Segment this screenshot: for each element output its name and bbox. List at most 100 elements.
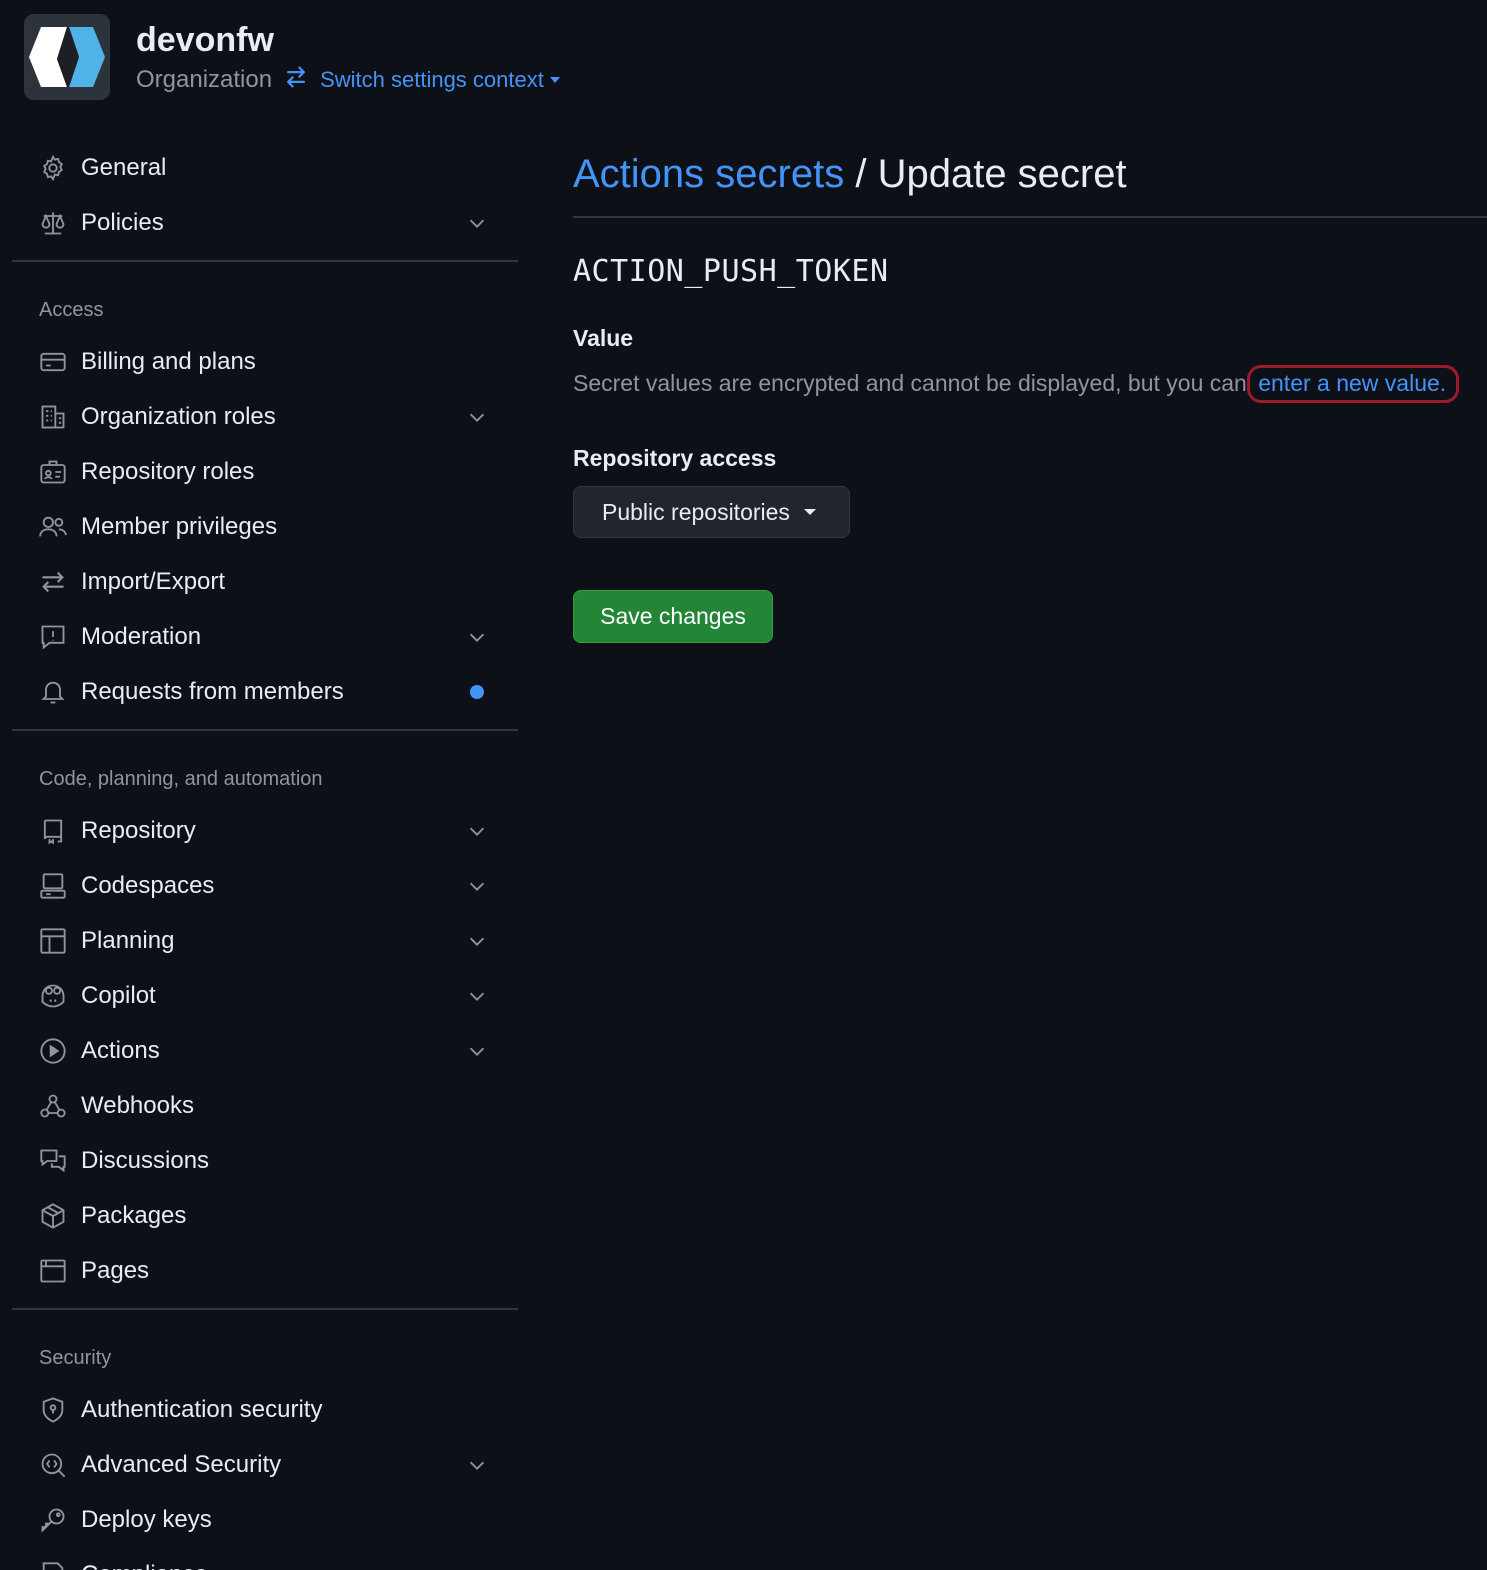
sidebar-item-webhooks[interactable]: Webhooks bbox=[12, 1078, 518, 1133]
sidebar-item-codespaces[interactable]: Codespaces bbox=[12, 858, 518, 913]
sidebar-item-label: Repository roles bbox=[81, 457, 255, 485]
organization-icon bbox=[39, 403, 67, 431]
chevron-down-icon[interactable] bbox=[466, 406, 488, 428]
main-content: Actions secrets / Update secret ACTION_P… bbox=[573, 150, 1487, 643]
arrow-switch-icon bbox=[39, 568, 67, 596]
sidebar-item-label: Billing and plans bbox=[81, 347, 256, 375]
org-avatar[interactable] bbox=[24, 14, 110, 100]
sidebar-item-compliance[interactable]: Compliance bbox=[12, 1547, 518, 1570]
repo-icon bbox=[39, 817, 67, 845]
sidebar-item-discussions[interactable]: Discussions bbox=[12, 1133, 518, 1188]
sidebar-item-authentication-security[interactable]: Authentication security bbox=[12, 1382, 518, 1437]
sidebar-section-access-heading: Access bbox=[39, 298, 104, 321]
sidebar-item-label: Packages bbox=[81, 1201, 187, 1229]
sidebar-item-requests-from-members[interactable]: Requests from members bbox=[12, 664, 518, 719]
sidebar-item-import-export[interactable]: Import/Export bbox=[12, 554, 518, 609]
chevron-down-icon[interactable] bbox=[466, 820, 488, 842]
sidebar-item-advanced-security[interactable]: Advanced Security bbox=[12, 1437, 518, 1492]
chevron-down-icon[interactable] bbox=[466, 1454, 488, 1476]
checklist-icon bbox=[39, 1561, 67, 1570]
sidebar-item-label: Requests from members bbox=[81, 677, 344, 705]
shield-lock-icon bbox=[39, 1396, 67, 1424]
sidebar-divider bbox=[12, 1308, 518, 1310]
sidebar-section-code-heading: Code, planning, and automation bbox=[39, 767, 323, 790]
sidebar-item-label: Moderation bbox=[81, 622, 202, 650]
report-icon bbox=[39, 623, 67, 651]
repository-access-dropdown[interactable]: Public repositories bbox=[573, 486, 850, 538]
sidebar-item-packages[interactable]: Packages bbox=[12, 1188, 518, 1243]
sidebar-item-label: Import/Export bbox=[81, 567, 226, 595]
notification-dot bbox=[470, 684, 484, 699]
org-type-label: Organization bbox=[136, 66, 273, 93]
sidebar-divider bbox=[12, 260, 518, 262]
sidebar-item-label: Codespaces bbox=[81, 871, 215, 899]
sidebar-item-label: Deploy keys bbox=[81, 1505, 212, 1533]
id-badge-icon bbox=[39, 458, 67, 486]
bell-icon bbox=[39, 678, 67, 706]
switch-settings-context-button[interactable]: Switch settings context bbox=[320, 67, 560, 93]
value-description: Secret values are encrypted and cannot b… bbox=[573, 365, 1487, 403]
page-title-text: Update secret bbox=[877, 152, 1127, 196]
comment-discussion-icon bbox=[39, 1147, 67, 1175]
sidebar-item-deploy-keys[interactable]: Deploy keys bbox=[12, 1492, 518, 1547]
page-title: Actions secrets / Update secret bbox=[573, 150, 1487, 218]
sidebar-item-policies[interactable]: Policies bbox=[12, 195, 518, 250]
sidebar-item-pages[interactable]: Pages bbox=[12, 1243, 518, 1298]
sidebar-item-actions[interactable]: Actions bbox=[12, 1023, 518, 1078]
credit-card-icon bbox=[39, 348, 67, 376]
sidebar-item-label: Authentication security bbox=[81, 1395, 323, 1423]
sidebar-item-label: Copilot bbox=[81, 981, 156, 1009]
secret-name: ACTION_PUSH_TOKEN bbox=[573, 254, 889, 289]
sidebar-item-planning[interactable]: Planning bbox=[12, 913, 518, 968]
codespaces-icon bbox=[39, 872, 67, 900]
save-changes-button[interactable]: Save changes bbox=[573, 590, 773, 643]
sidebar-item-general[interactable]: General bbox=[12, 140, 518, 195]
sidebar-item-repository-roles[interactable]: Repository roles bbox=[12, 444, 518, 499]
breadcrumb-separator: / bbox=[855, 152, 878, 196]
sidebar-item-label: Advanced Security bbox=[81, 1450, 282, 1478]
sidebar-divider bbox=[12, 729, 518, 731]
breadcrumb-actions-secrets-link[interactable]: Actions secrets bbox=[573, 152, 844, 196]
sidebar-item-label: Planning bbox=[81, 926, 175, 954]
play-icon bbox=[39, 1037, 67, 1065]
gear-icon bbox=[39, 154, 67, 182]
sidebar-item-label: Webhooks bbox=[81, 1091, 194, 1119]
chevron-down-icon[interactable] bbox=[466, 212, 488, 234]
chevron-down-icon[interactable] bbox=[466, 1040, 488, 1062]
table-icon bbox=[39, 927, 67, 955]
sidebar-item-label: Discussions bbox=[81, 1146, 210, 1174]
package-icon bbox=[39, 1202, 67, 1230]
webhook-icon bbox=[39, 1092, 67, 1120]
sidebar-item-repository[interactable]: Repository bbox=[12, 803, 518, 858]
sidebar-item-member-privileges[interactable]: Member privileges bbox=[12, 499, 518, 554]
chevron-down-icon[interactable] bbox=[466, 875, 488, 897]
sidebar-item-copilot[interactable]: Copilot bbox=[12, 968, 518, 1023]
value-description-text: Secret values are encrypted and cannot b… bbox=[573, 370, 1247, 396]
sidebar-section-security-heading: Security bbox=[39, 1346, 112, 1369]
sidebar-item-label: Compliance bbox=[81, 1561, 208, 1570]
chevron-down-icon[interactable] bbox=[466, 930, 488, 952]
sidebar-item-label: Policies bbox=[81, 208, 164, 236]
value-label: Value bbox=[573, 325, 634, 351]
arrow-switch-icon bbox=[284, 65, 308, 96]
org-header: devonfw Organization Switch settings con… bbox=[24, 14, 560, 100]
caret-down-icon bbox=[803, 509, 816, 515]
scale-icon bbox=[39, 209, 67, 237]
repository-access-label: Repository access bbox=[573, 445, 777, 471]
people-icon bbox=[39, 513, 67, 541]
org-name[interactable]: devonfw bbox=[136, 19, 560, 61]
switch-settings-context-label: Switch settings context bbox=[320, 67, 544, 92]
chevron-down-icon[interactable] bbox=[466, 985, 488, 1007]
sidebar-item-label: Pages bbox=[81, 1256, 150, 1284]
chevron-down-icon[interactable] bbox=[466, 626, 488, 648]
sidebar-item-organization-roles[interactable]: Organization roles bbox=[12, 389, 518, 444]
enter-new-value-link[interactable]: enter a new value. bbox=[1247, 365, 1460, 403]
sidebar-item-moderation[interactable]: Moderation bbox=[12, 609, 518, 664]
sidebar-item-label: Organization roles bbox=[81, 402, 276, 430]
codescan-icon bbox=[39, 1451, 67, 1479]
devonfw-logo-icon bbox=[29, 27, 105, 87]
copilot-icon bbox=[39, 982, 67, 1010]
key-icon bbox=[39, 1506, 67, 1534]
sidebar-item-label: Member privileges bbox=[81, 512, 278, 540]
sidebar-item-billing[interactable]: Billing and plans bbox=[12, 334, 518, 389]
